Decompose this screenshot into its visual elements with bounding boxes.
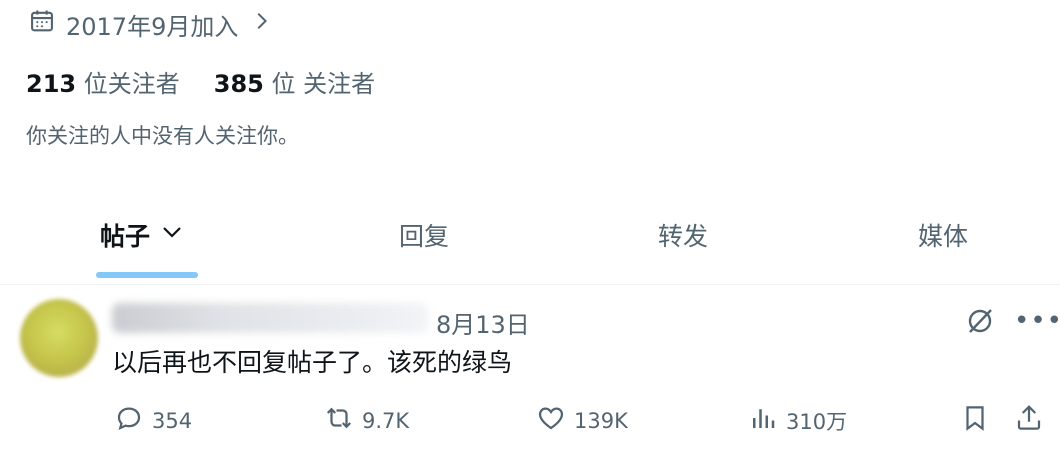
chevron-down-icon[interactable] <box>160 220 184 250</box>
profile-tabs: 帖子 回复 转发 媒体 <box>0 200 1060 280</box>
bookmark-icon <box>960 403 990 438</box>
views-count: 310万 <box>786 409 848 434</box>
joined-date-text: 2017年9月加入 <box>66 12 239 41</box>
post-actions: 354 9.7K 139K 310万 <box>0 397 1060 441</box>
post-text: 以后再也不回复帖子了。该死的绿鸟 <box>112 348 513 377</box>
more-icon[interactable]: ••• <box>1014 307 1060 335</box>
post[interactable]: 8月13日 ••• 以后再也不回复帖子了。该死的绿鸟 354 9.7K 139K… <box>0 285 1060 451</box>
grok-icon[interactable] <box>964 305 996 337</box>
followers-label: 位 关注者 <box>271 70 376 98</box>
avatar[interactable] <box>20 299 98 377</box>
followers-count: 385 <box>213 70 264 98</box>
like-button[interactable]: 139K <box>536 403 628 438</box>
follow-stats: 213 位关注者 385 位 关注者 <box>26 64 375 99</box>
tab-media[interactable]: 媒体 <box>918 200 968 270</box>
followers-link[interactable]: 385 位 关注者 <box>214 64 375 99</box>
views-button[interactable]: 310万 <box>748 403 847 438</box>
repost-button[interactable]: 9.7K <box>324 403 409 438</box>
active-tab-indicator <box>96 272 198 278</box>
author-name-redacted[interactable] <box>112 303 428 333</box>
tab-reposts-label: 转发 <box>658 222 709 251</box>
tab-replies[interactable]: 回复 <box>399 200 449 270</box>
reply-icon <box>114 403 144 438</box>
reply-button[interactable]: 354 <box>114 403 192 438</box>
tab-posts-label: 帖子 <box>100 222 151 251</box>
views-icon <box>748 403 778 438</box>
heart-icon <box>536 403 566 438</box>
bookmark-button[interactable] <box>960 403 990 438</box>
following-link[interactable]: 213 位关注者 <box>26 64 180 99</box>
calendar-icon <box>28 7 56 41</box>
following-label: 位关注者 <box>83 70 180 98</box>
share-button[interactable] <box>1014 403 1044 438</box>
following-count: 213 <box>26 70 77 98</box>
joined-date-row[interactable]: 2017年9月加入 <box>28 7 272 41</box>
repost-icon <box>324 403 354 438</box>
like-count: 139K <box>574 408 628 433</box>
tab-replies-label: 回复 <box>399 222 450 251</box>
repost-count: 9.7K <box>362 408 410 433</box>
mutual-followers-note: 你关注的人中没有人关注你。 <box>26 124 299 148</box>
post-date[interactable]: 8月13日 <box>436 305 530 340</box>
tab-posts[interactable]: 帖子 <box>100 200 184 270</box>
tab-reposts[interactable]: 转发 <box>658 200 708 270</box>
chevron-right-icon <box>248 10 272 38</box>
share-icon <box>1014 403 1044 438</box>
tab-media-label: 媒体 <box>918 222 969 251</box>
reply-count: 354 <box>152 408 193 433</box>
